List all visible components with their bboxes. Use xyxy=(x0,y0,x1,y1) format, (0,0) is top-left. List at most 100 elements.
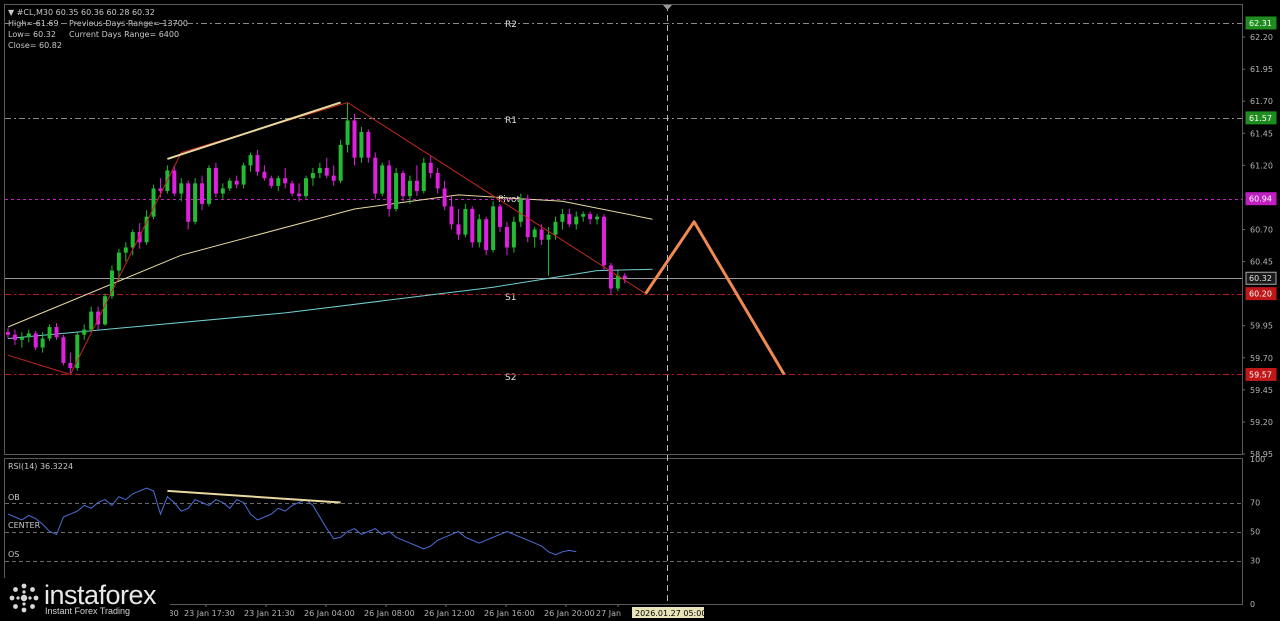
candle-body xyxy=(234,180,239,185)
candle-body xyxy=(456,224,461,235)
candle-body xyxy=(407,180,412,197)
symbol-line: ▼ #CL,M30 60.35 60.36 60.28 60.32 xyxy=(8,8,155,17)
candle-body xyxy=(144,216,149,243)
time-tick-label: 26 Jan 08:00 xyxy=(364,609,415,618)
candle-body xyxy=(477,219,482,243)
previous-days-range: Previous Days Range= 13700 xyxy=(69,19,188,28)
candle-body xyxy=(227,180,232,189)
time-tick-label: 26 Jan 16:00 xyxy=(484,609,535,618)
trading-chart[interactable]: ▼ #CL,M30 60.35 60.36 60.28 60.32 High= … xyxy=(0,0,1280,621)
candle-body xyxy=(359,132,364,158)
time-tick-label: 27 Jan xyxy=(596,609,621,618)
candle-body xyxy=(615,275,620,289)
price-tick-label: 59.45 xyxy=(1250,386,1273,395)
candle-body xyxy=(206,167,211,204)
candle-body xyxy=(574,216,579,225)
candle-body xyxy=(442,188,447,207)
candle-body xyxy=(255,155,260,172)
candle-body xyxy=(283,178,288,184)
candle-body xyxy=(387,165,392,209)
price-tag-label-current: 60.32 xyxy=(1249,274,1272,283)
candle-body xyxy=(47,326,52,339)
r2-label: R2 xyxy=(505,20,517,30)
candle-body xyxy=(61,337,66,363)
time-tick-label: 23 Jan 21:30 xyxy=(244,609,295,618)
logo-tagline: Instant Forex Trading xyxy=(45,606,131,616)
candle-body xyxy=(276,178,281,186)
price-tag-label-r1: 61.57 xyxy=(1249,114,1272,123)
candle-body xyxy=(546,234,551,240)
candle-body xyxy=(303,178,308,197)
candle-body xyxy=(463,208,468,235)
rsi-tick-label: 0 xyxy=(1250,600,1255,609)
rsi-tick-label: 50 xyxy=(1250,528,1260,537)
r1-label: R1 xyxy=(505,116,517,126)
price-tick-label: 59.95 xyxy=(1250,322,1273,331)
candle-body xyxy=(608,265,613,289)
candle-body xyxy=(560,214,565,222)
price-tick-label: 62.20 xyxy=(1250,33,1273,42)
rsi-panel-frame xyxy=(4,458,1243,605)
price-axis: 62.20 61.95 61.70 61.45 61.20 60.70 60.45 59.95… xyxy=(1242,33,1273,459)
candle-body xyxy=(338,144,343,181)
rsi-label: RSI(14) 36.3224 xyxy=(8,462,73,471)
candle-body xyxy=(186,183,191,222)
instaforex-logo: instaforex Instant Forex Trading xyxy=(4,578,170,618)
candle-body xyxy=(130,232,135,248)
candle-body xyxy=(89,311,94,330)
close-value: Close= 60.82 xyxy=(8,41,62,50)
price-tick-label: 61.70 xyxy=(1250,97,1273,106)
time-tick-label: 23 Jan 17:30 xyxy=(184,609,235,618)
candle-body xyxy=(172,170,177,194)
candle-body xyxy=(380,165,385,194)
candle-body xyxy=(262,171,267,179)
candle-body xyxy=(567,214,572,225)
candle-body xyxy=(310,173,315,179)
price-tick-label: 61.45 xyxy=(1250,129,1273,138)
rsi-os-label: OS xyxy=(8,550,19,559)
candle-body xyxy=(213,167,218,194)
candle-body xyxy=(518,198,523,222)
rsi-tick-label: 100 xyxy=(1250,455,1265,464)
price-tag-label-s2: 59.57 xyxy=(1249,370,1272,379)
candle-body xyxy=(290,183,295,194)
logo-icon xyxy=(9,583,39,613)
candle-body xyxy=(220,188,225,194)
candle-body xyxy=(200,183,205,204)
candle-body xyxy=(82,329,87,335)
candle-body xyxy=(373,157,378,194)
candle-body xyxy=(553,221,558,235)
rsi-tick-label: 30 xyxy=(1250,557,1260,566)
candle-body xyxy=(331,175,336,181)
candle-body xyxy=(435,173,440,189)
price-tick-label: 60.70 xyxy=(1250,226,1273,235)
candle-body xyxy=(151,188,156,217)
current-days-range: Current Days Range= 6400 xyxy=(69,30,179,39)
price-tick-label: 61.20 xyxy=(1250,161,1273,170)
rsi-tick-label: 70 xyxy=(1250,499,1260,508)
candle-body xyxy=(54,326,59,338)
candle-body xyxy=(269,178,274,186)
candle-body xyxy=(595,216,600,220)
candle-body xyxy=(40,338,45,348)
candle-body xyxy=(103,296,108,325)
candle-body xyxy=(193,183,198,222)
candle-body xyxy=(68,362,73,369)
time-cursor-label: 2026.01.27 05:00 xyxy=(635,609,706,618)
time-tick-label: 26 Jan 12:00 xyxy=(424,609,475,618)
candle-body xyxy=(622,275,627,279)
candle-body xyxy=(12,334,17,340)
candle-body xyxy=(394,173,399,209)
candle-body xyxy=(179,183,184,194)
price-tick-label: 61.95 xyxy=(1250,65,1273,74)
candle-body xyxy=(428,162,433,174)
candle-body xyxy=(324,167,329,176)
candle-body xyxy=(366,132,371,158)
candle-body xyxy=(449,206,454,225)
candle-body xyxy=(484,219,489,251)
candle-body xyxy=(504,226,509,248)
candle-body xyxy=(491,206,496,251)
time-axis: 23 Jan 13:3023 Jan 17:3023 Jan 21:3026 J… xyxy=(128,604,621,618)
candle-body xyxy=(581,214,586,217)
candle-body xyxy=(345,120,350,145)
